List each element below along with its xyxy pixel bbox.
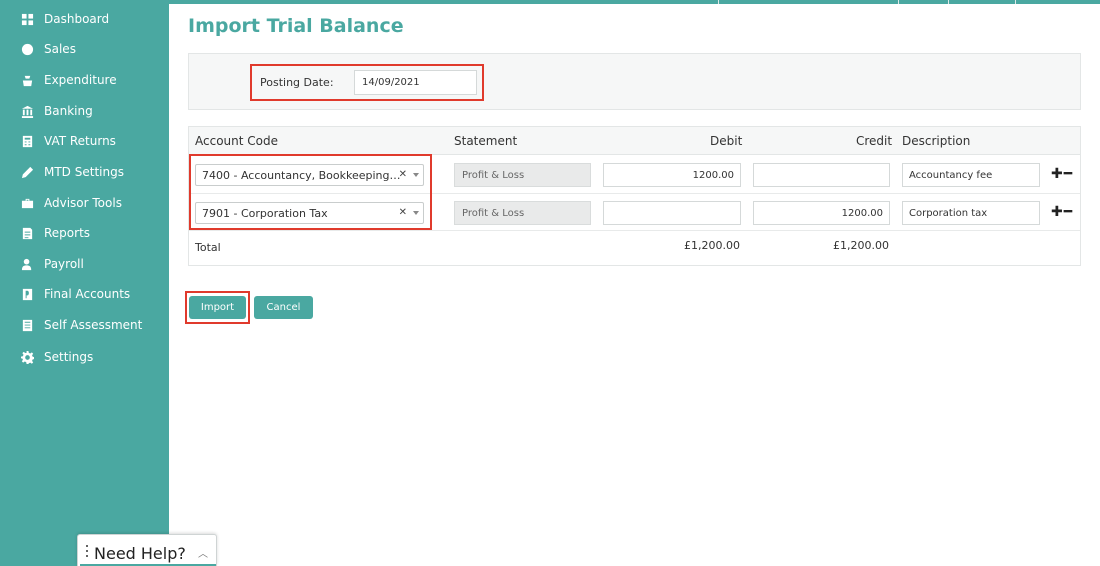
minus-icon[interactable]: ━ [1064,166,1073,182]
total-debit: £1,200.00 [684,239,740,252]
chevron-down-icon[interactable] [413,211,419,215]
header-description: Description [902,134,971,148]
plus-icon[interactable]: ✚ [1051,204,1064,220]
header-statement: Statement [454,134,518,148]
clear-icon[interactable]: ✕ [399,207,407,218]
sidebar-item-label: Expenditure [44,73,117,87]
reports-icon [20,226,34,240]
debit-input[interactable] [603,201,741,225]
sidebar-item-expenditure[interactable]: Expenditure [0,68,169,92]
top-bar [169,0,1100,4]
briefcase-icon [20,196,34,210]
row-divider [189,230,1080,231]
header-credit: Credit [856,134,893,148]
payroll-icon [20,257,34,271]
page-title: Import Trial Balance [188,15,404,37]
top-bar-divider [1015,0,1016,4]
sidebar-item-label: Dashboard [44,12,110,26]
sidebar-item-final-accounts[interactable]: Final Accounts [0,282,169,306]
sidebar-item-self-assessment[interactable]: Self Assessment [0,313,169,337]
sidebar-item-label: VAT Returns [44,134,116,148]
sidebar-item-label: Banking [44,104,93,118]
sidebar-item-label: Advisor Tools [44,196,122,210]
account-select-value: 7901 - Corporation Tax [202,206,328,220]
sidebar-item-sales[interactable]: Sales [0,37,169,61]
top-bar-divider [718,0,719,4]
sidebar-item-label: Sales [44,42,76,56]
sidebar-item-vat-returns[interactable]: VAT Returns [0,129,169,153]
need-help-label: Need Help? [94,544,186,563]
vat-returns-icon [20,134,34,148]
add-remove-row-controls: ✚━ [1051,204,1073,220]
account-select[interactable]: 7901 - Corporation Tax ✕ [195,202,424,224]
description-input[interactable] [902,163,1040,187]
header-debit: Debit [710,134,743,148]
total-credit: £1,200.00 [833,239,889,252]
total-label: Total [195,241,221,254]
account-select-value: 7400 - Accountancy, Bookkeeping and Payr… [202,168,402,182]
statement-field: Profit & Loss [454,163,591,187]
top-bar-divider [948,0,949,4]
sidebar-item-payroll[interactable]: Payroll [0,252,169,276]
cancel-button[interactable]: Cancel [254,296,313,319]
sidebar-item-label: Payroll [44,257,84,271]
expenditure-icon [20,73,34,87]
final-accounts-icon [20,287,34,301]
bank-icon [20,104,34,118]
need-help-widget[interactable]: Need Help? ︿ [77,534,217,566]
sidebar-item-reports[interactable]: Reports [0,221,169,245]
account-select[interactable]: 7400 - Accountancy, Bookkeeping and Payr… [195,164,424,186]
sidebar-item-label: Final Accounts [44,287,131,301]
self-assessment-icon [20,318,34,332]
credit-input[interactable] [753,201,890,225]
dashboard-icon [20,12,34,26]
sidebar-item-mtd-settings[interactable]: MTD Settings [0,160,169,184]
sidebar-item-banking[interactable]: Banking [0,99,169,123]
sidebar: Dashboard Sales Expenditure Banking VAT … [0,0,169,566]
sidebar-item-label: MTD Settings [44,165,124,179]
drag-handle-icon[interactable] [86,545,89,561]
credit-input[interactable] [753,163,890,187]
description-input[interactable] [902,201,1040,225]
debit-input[interactable] [603,163,741,187]
sales-icon [20,42,34,56]
statement-field: Profit & Loss [454,201,591,225]
add-remove-row-controls: ✚━ [1051,166,1073,182]
sidebar-item-label: Self Assessment [44,318,143,332]
chevron-down-icon[interactable] [413,173,419,177]
import-button[interactable]: Import [189,296,246,319]
posting-date-input[interactable] [354,70,477,95]
gear-icon [20,350,34,364]
sidebar-item-dashboard[interactable]: Dashboard [0,7,169,31]
mtd-settings-icon [20,165,34,179]
top-bar-divider [898,0,899,4]
clear-icon[interactable]: ✕ [399,169,407,180]
plus-icon[interactable]: ✚ [1051,166,1064,182]
sidebar-item-advisor-tools[interactable]: Advisor Tools [0,191,169,215]
minus-icon[interactable]: ━ [1064,204,1073,220]
sidebar-item-label: Reports [44,226,91,240]
posting-date-label: Posting Date: [260,76,334,89]
sidebar-item-settings[interactable]: Settings [0,345,169,369]
header-account-code: Account Code [195,134,278,148]
sidebar-item-label: Settings [44,350,94,364]
chevron-up-icon[interactable]: ︿ [198,545,208,560]
